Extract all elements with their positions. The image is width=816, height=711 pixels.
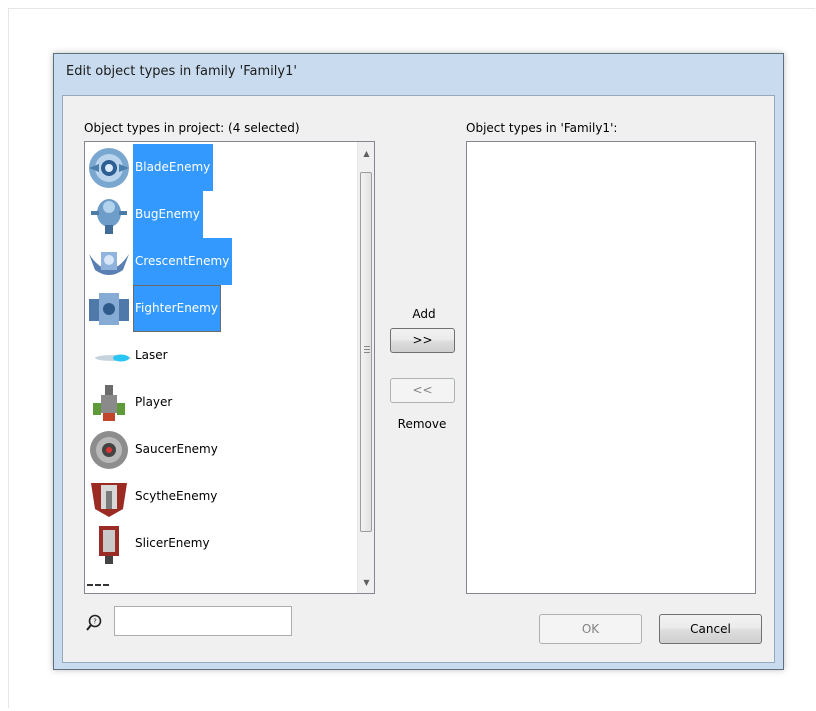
list-scrollbar[interactable]: ▲ ▼ [357,142,374,593]
scroll-up-arrow-icon[interactable]: ▲ [358,145,374,162]
ok-button[interactable]: OK [539,614,642,644]
remove-label: Remove [397,417,447,431]
item-label: SlicerEnemy [135,536,210,550]
grip-icon [364,346,370,353]
svg-text:?: ? [93,618,97,626]
scythe-enemy-icon [91,483,127,517]
remove-button[interactable]: << [390,378,455,403]
blade-enemy-icon [89,148,129,188]
list-item-bugenemy[interactable]: BugEnemy [85,191,347,238]
cancel-button[interactable]: Cancel [659,614,762,644]
add-button[interactable]: >> [390,328,455,353]
list-item-fighterenemy[interactable]: FighterEnemy [85,285,347,332]
crescent-enemy-icon [89,252,129,275]
item-label: SaucerEnemy [135,442,218,456]
partial-item [87,584,109,593]
bug-enemy-icon [91,199,127,234]
list-item-bladeenemy[interactable]: BladeEnemy [85,144,347,191]
list-item-crescentenemy[interactable]: CrescentEnemy [85,238,347,285]
item-label: ScytheEnemy [135,489,218,503]
item-label: Player [135,395,173,409]
scroll-down-arrow-icon[interactable]: ▼ [358,574,374,591]
scroll-thumb[interactable] [360,172,372,532]
project-types-label: Object types in project: (4 selected) [84,121,300,135]
fighter-enemy-icon [89,293,129,325]
laser-icon [95,354,131,362]
item-label: BladeEnemy [133,144,214,191]
list-item-saucerenemy[interactable]: SaucerEnemy [85,426,347,473]
project-types-list[interactable]: BladeEnemy BugEnemy CrescentEnemy Fighte… [84,141,375,594]
saucer-enemy-icon [90,431,128,469]
edit-family-dialog: Edit object types in family 'Family1' Ob… [53,53,784,670]
dialog-client-area: Object types in project: (4 selected) Ob… [62,95,775,663]
list-item-scytheenemy[interactable]: ScytheEnemy [85,473,347,520]
item-label: CrescentEnemy [133,238,233,285]
list-item-laser[interactable]: Laser [85,332,347,379]
slicer-enemy-icon [99,526,119,564]
add-label: Add [412,307,436,321]
search-input[interactable] [114,606,292,636]
family-types-label: Object types in 'Family1': [466,121,618,135]
dialog-title: Edit object types in family 'Family1' [66,64,297,79]
player-icon [93,385,125,421]
item-label: Laser [135,348,168,362]
item-label: BugEnemy [133,191,203,238]
list-item-slicerenemy[interactable]: SlicerEnemy [85,520,347,567]
family-types-list[interactable] [466,141,756,594]
item-label: FighterEnemy [133,285,221,332]
search-icon: ? [86,614,102,631]
list-item-player[interactable]: Player [85,379,347,426]
